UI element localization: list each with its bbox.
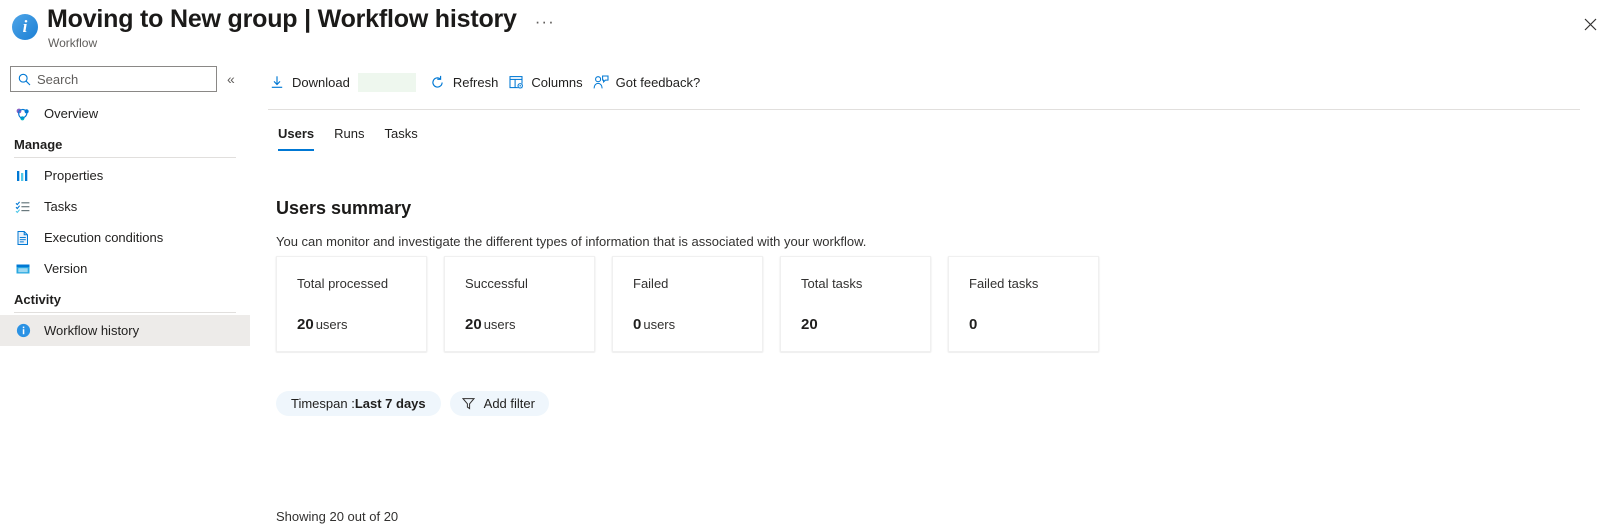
search-icon <box>18 73 31 86</box>
tab-runs[interactable]: Runs <box>324 120 374 151</box>
summary-card-failed[interactable]: Failed 0 users <box>612 256 763 352</box>
main-content: Download Refresh Columns Got feedback? U… <box>250 58 1618 524</box>
card-unit: users <box>643 317 676 332</box>
sidebar-group-activity: Activity <box>0 292 250 313</box>
card-label: Failed <box>633 276 669 291</box>
download-arrow-icon <box>269 74 285 90</box>
card-number: 20 <box>801 316 818 333</box>
card-label: Total tasks <box>801 276 863 291</box>
card-number: 0 <box>633 316 642 333</box>
card-label: Total processed <box>297 276 389 291</box>
got-feedback-button[interactable]: Got feedback? <box>593 67 701 97</box>
summary-card-total-processed[interactable]: Total processed 20 users <box>276 256 427 352</box>
collapse-sidebar-button[interactable]: « <box>227 69 235 89</box>
sidebar-item-execution-conditions[interactable]: Execution conditions <box>0 222 250 253</box>
funnel-icon <box>462 397 476 411</box>
refresh-button[interactable]: Refresh <box>430 67 499 97</box>
page-title: Moving to New group | Workflow history <box>47 5 517 33</box>
filter-pill-value: Last 7 days <box>354 396 426 411</box>
sidebar-item-label: Properties <box>44 168 104 183</box>
divider <box>14 157 236 158</box>
search-box[interactable] <box>10 66 217 92</box>
card-value: 20 users <box>465 316 515 333</box>
card-unit: users <box>483 317 516 332</box>
download-highlight-overlay <box>357 72 416 92</box>
command-label: Download <box>292 74 350 90</box>
card-value: 0 <box>969 316 979 333</box>
sidebar-group-manage: Manage <box>0 137 250 158</box>
card-number: 20 <box>297 316 314 333</box>
sidebar-item-properties[interactable]: Properties <box>0 160 250 191</box>
refresh-icon <box>430 74 446 90</box>
filter-pill-timespan[interactable]: Timespan : Last 7 days <box>276 391 441 416</box>
command-label: Refresh <box>452 74 499 90</box>
summary-card-successful[interactable]: Successful 20 users <box>444 256 595 352</box>
card-number: 0 <box>969 316 978 333</box>
download-button[interactable]: Download <box>269 67 350 97</box>
sidebar-item-label: Overview <box>44 106 99 121</box>
add-filter-label: Add filter <box>483 396 535 411</box>
card-label: Successful <box>465 276 528 291</box>
properties-bars-icon <box>14 167 32 185</box>
sidebar-nav: Overview Manage Properties Tasks Executi… <box>0 98 250 346</box>
close-icon <box>1584 18 1596 30</box>
sidebar-item-workflow-history[interactable]: Workflow history <box>0 315 250 346</box>
command-bar: Download Refresh Columns Got feedback? <box>250 64 710 100</box>
filter-pill-prefix: Timespan : <box>291 396 355 411</box>
info-circle-icon: i <box>12 14 38 40</box>
filter-row: Timespan : Last 7 days Add filter <box>276 391 558 416</box>
section-description: You can monitor and investigate the diff… <box>276 234 867 249</box>
summary-cards: Total processed 20 users Successful 20 use… <box>276 256 1116 352</box>
section-title: Users summary <box>276 198 412 218</box>
version-window-icon <box>14 260 32 278</box>
card-label: Failed tasks <box>969 276 1039 291</box>
command-label: Got feedback? <box>615 74 701 90</box>
card-value: 20 <box>801 316 820 333</box>
sidebar: « Overview Manage <box>0 58 250 504</box>
title-row: Moving to New group | Workflow history ·… <box>47 5 555 34</box>
sidebar-group-label: Manage <box>14 137 63 152</box>
sidebar-item-overview[interactable]: Overview <box>0 98 250 129</box>
showing-count: Showing 20 out of 20 <box>276 509 399 524</box>
tab-tasks[interactable]: Tasks <box>375 120 428 151</box>
card-number: 20 <box>465 316 482 333</box>
sidebar-search-row: « <box>0 66 250 94</box>
page-subtitle: Workflow <box>48 36 98 50</box>
tab-list: Users Runs Tasks <box>268 120 428 151</box>
feedback-person-icon <box>593 74 609 90</box>
more-options-button[interactable]: ··· <box>535 13 555 30</box>
divider <box>14 312 236 313</box>
columns-button[interactable]: Columns <box>508 67 583 97</box>
columns-settings-icon <box>508 74 524 90</box>
overview-icon <box>14 105 32 123</box>
info-circle-icon <box>14 322 32 340</box>
sidebar-item-label: Workflow history <box>44 323 140 338</box>
card-unit: users <box>315 317 348 332</box>
sidebar-group-label: Activity <box>14 292 61 307</box>
tasks-checklist-icon <box>14 198 32 216</box>
document-icon <box>14 229 32 247</box>
tab-users[interactable]: Users <box>268 120 324 151</box>
sidebar-item-tasks[interactable]: Tasks <box>0 191 250 222</box>
summary-card-total-tasks[interactable]: Total tasks 20 <box>780 256 931 352</box>
search-input[interactable] <box>37 71 202 87</box>
close-button[interactable] <box>1574 8 1606 40</box>
command-label: Columns <box>531 74 583 90</box>
sidebar-item-label: Tasks <box>44 199 78 214</box>
summary-card-failed-tasks[interactable]: Failed tasks 0 <box>948 256 1099 352</box>
command-bar-divider <box>268 109 1580 110</box>
card-value: 0 users <box>633 316 675 333</box>
card-value: 20 users <box>297 316 347 333</box>
sidebar-item-label: Execution conditions <box>44 230 164 245</box>
page-header: i Moving to New group | Workflow history… <box>0 0 1618 58</box>
sidebar-item-label: Version <box>44 261 88 276</box>
add-filter-button[interactable]: Add filter <box>449 391 549 416</box>
sidebar-item-version[interactable]: Version <box>0 253 250 284</box>
